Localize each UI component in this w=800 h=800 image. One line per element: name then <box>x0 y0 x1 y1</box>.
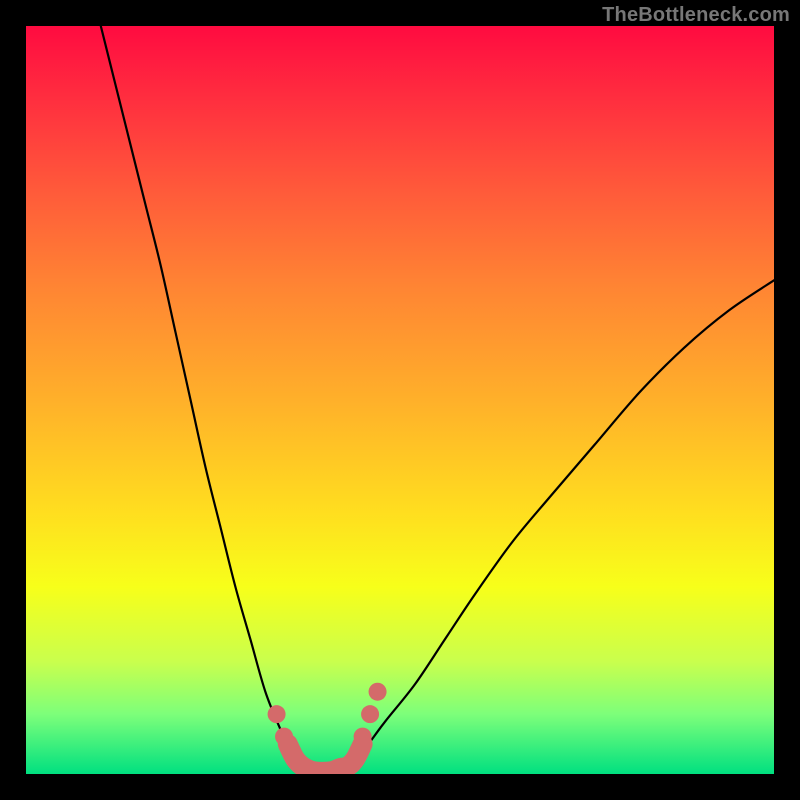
marker-dot <box>369 683 387 701</box>
curve-left-branch <box>101 26 363 772</box>
optimal-zone-marker <box>288 744 363 772</box>
curve-right-branch <box>288 280 774 772</box>
marker-dot <box>354 728 372 746</box>
marker-dot <box>275 728 293 746</box>
chart-svg <box>26 26 774 774</box>
marker-dot <box>361 705 379 723</box>
chart-area <box>26 26 774 774</box>
marker-dots-group <box>268 683 387 746</box>
attribution-text: TheBottleneck.com <box>602 4 790 27</box>
marker-dot <box>268 705 286 723</box>
